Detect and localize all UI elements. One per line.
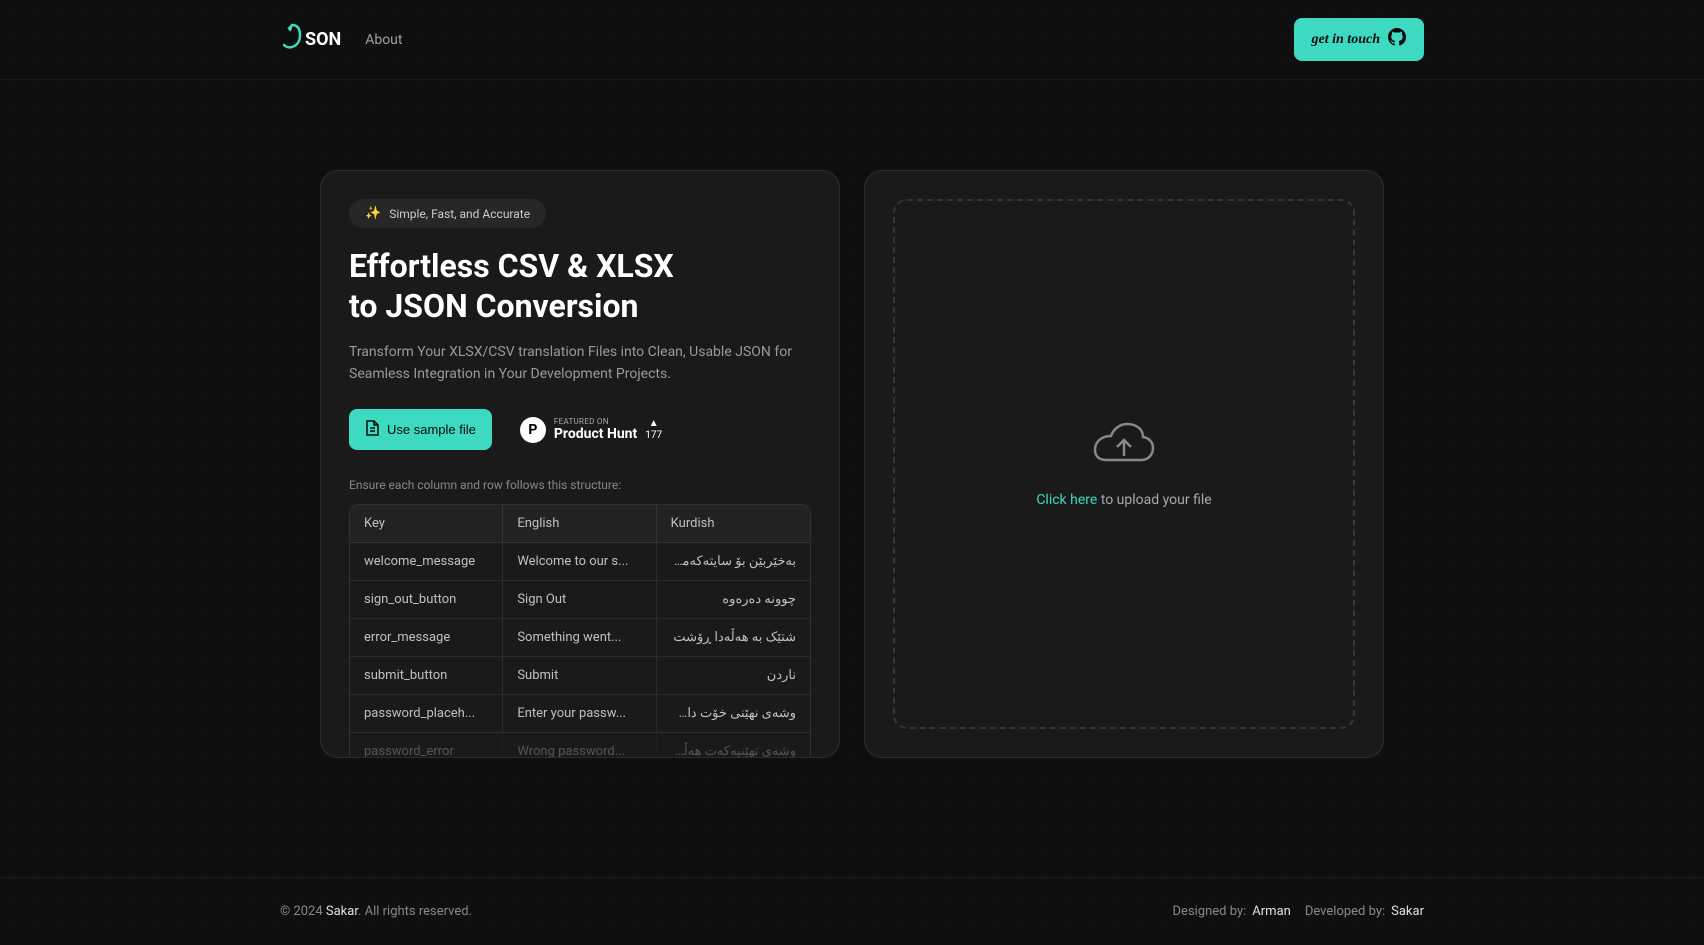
cell-en: Wrong password... (503, 733, 656, 758)
upload-rest: to upload your file (1097, 492, 1211, 508)
sample-btn-label: Use sample file (387, 422, 476, 437)
hero-card: ✨ Simple, Fast, and Accurate Effortless … (320, 170, 840, 758)
sparkle-icon: ✨ (365, 206, 381, 221)
get-in-touch-label: get in touch (1312, 32, 1380, 48)
footer-copyright: © 2024 Sakar. All rights reserved. (280, 904, 472, 919)
footer-designer-link[interactable]: Arman (1252, 904, 1291, 919)
cell-ku: بەخێربێن بۆ سایتەکەمان (657, 543, 810, 580)
hero-badge: ✨ Simple, Fast, and Accurate (349, 199, 546, 228)
th-english: English (503, 505, 656, 542)
cell-ku: شتێک بە هەڵەدا ڕۆشت (657, 619, 810, 656)
cell-key: password_error (350, 733, 503, 758)
header: SON About get in touch (0, 0, 1704, 80)
cell-ku: وشەی نهێنیەکەت هەڵەی... (657, 733, 810, 758)
github-icon (1388, 28, 1406, 51)
file-icon (365, 420, 379, 439)
logo-text: SON (305, 29, 341, 50)
footer: © 2024 Sakar. All rights reserved. Desig… (0, 877, 1704, 945)
click-here-link[interactable]: Click here (1036, 492, 1097, 508)
cell-en: Something went... (503, 619, 656, 656)
cell-en: Sign Out (503, 581, 656, 618)
upload-text: Click here to upload your file (1036, 492, 1211, 508)
product-hunt-icon: P (520, 417, 546, 443)
cell-key: error_message (350, 619, 503, 656)
get-in-touch-button[interactable]: get in touch (1294, 18, 1424, 61)
page-title: Effortless CSV & XLSX to JSON Conversion (349, 246, 811, 326)
ph-name: Product Hunt (554, 427, 637, 442)
cell-en: Enter your passw... (503, 695, 656, 732)
use-sample-file-button[interactable]: Use sample file (349, 409, 492, 450)
cell-ku: چوونە دەرەوە (657, 581, 810, 618)
main: ✨ Simple, Fast, and Accurate Effortless … (0, 80, 1704, 798)
cell-key: submit_button (350, 657, 503, 694)
badge-text: Simple, Fast, and Accurate (389, 207, 530, 221)
th-key: Key (350, 505, 503, 542)
cell-key: password_placeh... (350, 695, 503, 732)
cell-en: Welcome to our s... (503, 543, 656, 580)
upload-dropzone[interactable]: Click here to upload your file (893, 199, 1355, 729)
footer-credits: Designed by: Arman Developed by: Sakar (1173, 904, 1424, 919)
cell-ku: وشەی نهێنی خۆت داخل ب... (657, 695, 810, 732)
footer-developer-link[interactable]: Sakar (1391, 904, 1424, 919)
th-kurdish: Kurdish (657, 505, 810, 542)
upload-card: Click here to upload your file (864, 170, 1384, 758)
ph-vote-count: 177 (645, 431, 662, 441)
cell-ku: ناردن (657, 657, 810, 694)
table-row: sign_out_button Sign Out چوونە دەرەوە (350, 581, 810, 619)
hero-actions: Use sample file P FEATURED ON Product Hu… (349, 409, 811, 450)
page-subtitle: Transform Your XLSX/CSV translation File… (349, 342, 811, 385)
table-row: welcome_message Welcome to our s... بەخێ… (350, 543, 810, 581)
upvote-icon: ▲ (649, 419, 659, 429)
logo-j-icon (280, 23, 304, 57)
product-hunt-badge[interactable]: P FEATURED ON Product Hunt ▲ 177 (520, 417, 662, 443)
table-instruction: Ensure each column and row follows this … (349, 478, 811, 492)
table-row: password_error Wrong password... وشەی نه… (350, 733, 810, 758)
cell-key: welcome_message (350, 543, 503, 580)
table-row: password_placeh... Enter your passw... و… (350, 695, 810, 733)
structure-table: Key English Kurdish welcome_message Welc… (349, 504, 811, 758)
header-left: SON About (280, 23, 402, 57)
cell-en: Submit (503, 657, 656, 694)
table-row: submit_button Submit ناردن (350, 657, 810, 695)
logo[interactable]: SON (280, 23, 341, 57)
footer-sakar-link[interactable]: Sakar (326, 904, 358, 919)
cloud-upload-icon (1091, 420, 1157, 474)
ph-votes: ▲ 177 (645, 419, 662, 441)
table-header-row: Key English Kurdish (350, 505, 810, 543)
table-row: error_message Something went... شتێک بە … (350, 619, 810, 657)
nav-about[interactable]: About (365, 32, 402, 48)
cell-key: sign_out_button (350, 581, 503, 618)
